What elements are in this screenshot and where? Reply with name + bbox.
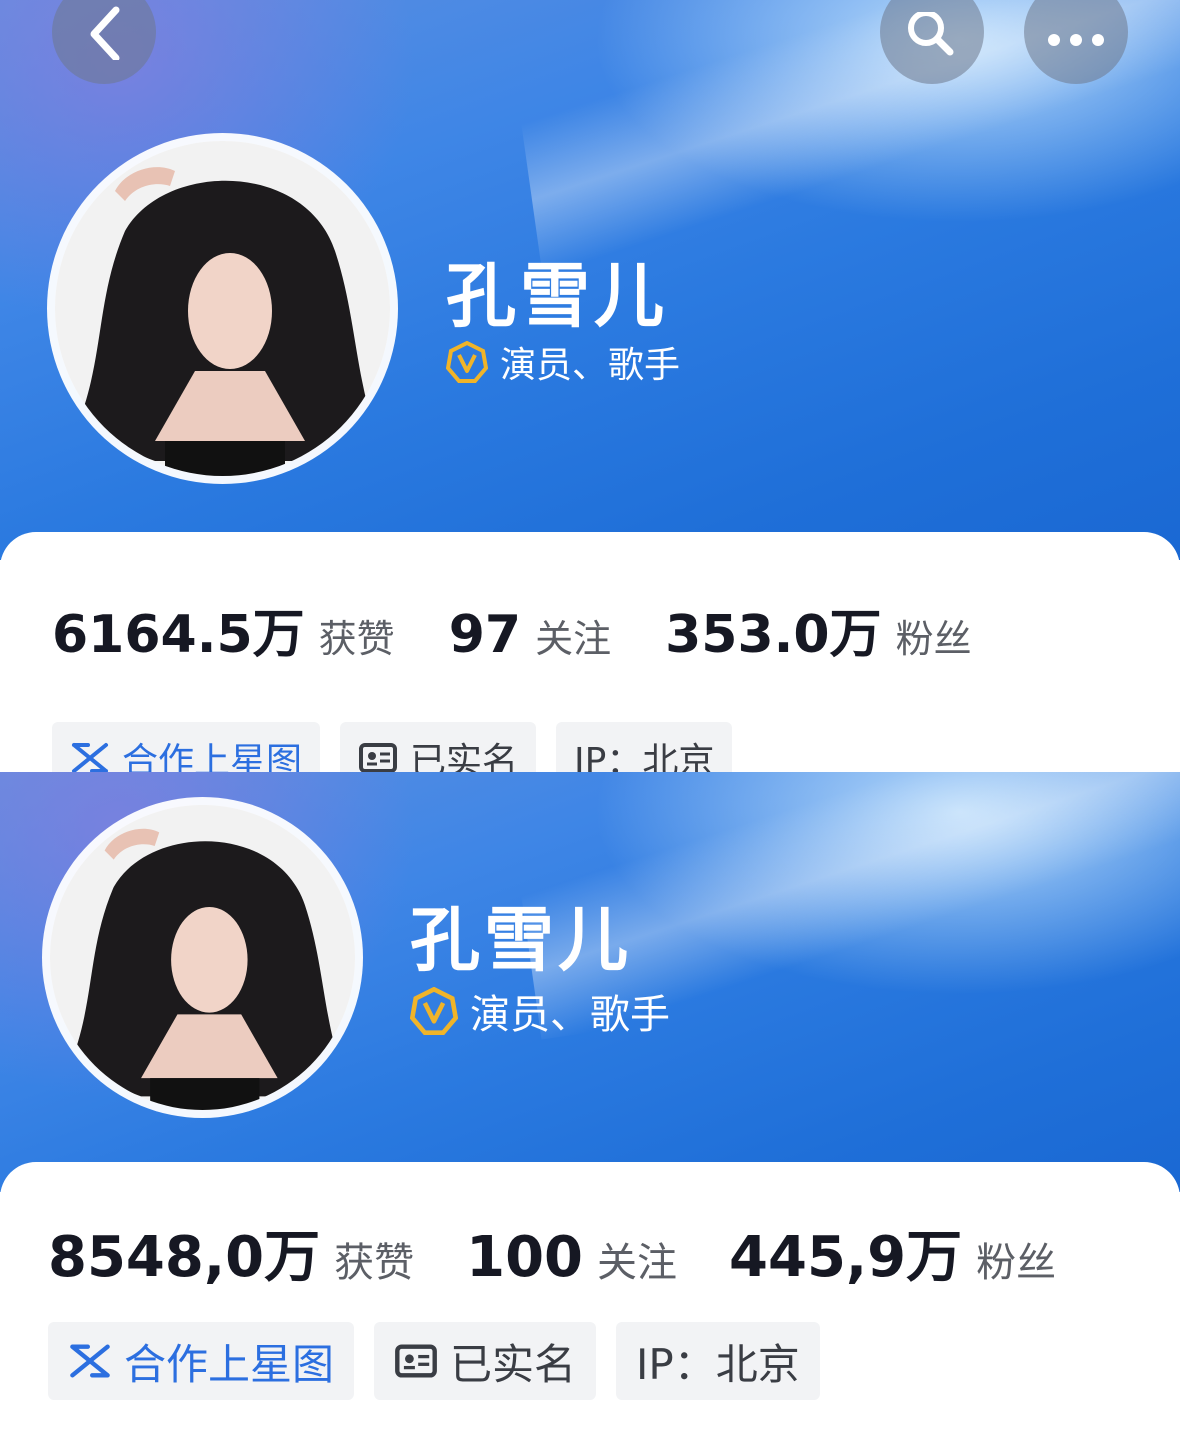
stat-likes[interactable]: 6164.5万 获赞: [52, 592, 395, 667]
id-card-icon: [358, 742, 398, 772]
fans-label: 粉丝: [976, 1240, 1057, 1286]
tag-verified[interactable]: 已实名: [374, 1322, 597, 1400]
profile-info-card: 6164.5万 获赞 97 关注 353.0万 粉丝 合作上星图 已实名 IP：…: [0, 532, 1180, 772]
stat-fans[interactable]: 445,9万 粉丝: [729, 1212, 1056, 1293]
profile-name: 孔雪儿: [410, 899, 632, 981]
stat-fans[interactable]: 353.0万 粉丝: [665, 592, 972, 667]
following-count: 97: [448, 605, 522, 665]
likes-label: 获赞: [318, 617, 395, 661]
star-map-icon: [70, 741, 110, 772]
profile-screenshot-1: 孔雪儿 演员、歌手 6164.5万 获赞 97 关注 353.0万 粉丝 合作上…: [0, 0, 1180, 772]
tags-row: 合作上星图 已实名 IP：北京: [48, 1322, 840, 1400]
stats-row: 6164.5万 获赞 97 关注 353.0万 粉丝: [52, 592, 972, 667]
following-count: 100: [466, 1225, 584, 1290]
tags-row: 合作上星图 已实名 IP：北京: [52, 722, 752, 772]
profile-name: 孔雪儿: [446, 255, 668, 337]
tag-verified-label: 已实名: [450, 1339, 577, 1389]
profile-screenshot-2: 孔雪儿 演员、歌手 8548,0万 获赞 100 关注 445,9万 粉丝 合作…: [0, 772, 1180, 1430]
certification: 演员、歌手: [410, 982, 670, 1040]
certification-text: 演员、歌手: [470, 992, 670, 1038]
tag-ip: IP：北京: [616, 1322, 820, 1400]
id-card-icon: [394, 1343, 438, 1379]
tag-verified[interactable]: 已实名: [340, 722, 537, 772]
avatar-portrait: [50, 805, 355, 1110]
fans-label: 粉丝: [895, 617, 972, 661]
tag-star-map-label: 合作上星图: [122, 741, 303, 772]
following-label: 关注: [535, 617, 612, 661]
likes-label: 获赞: [334, 1240, 415, 1286]
tag-star-map[interactable]: 合作上星图: [52, 722, 321, 772]
profile-info-card: 8548,0万 获赞 100 关注 445,9万 粉丝 合作上星图 已实名 IP…: [0, 1162, 1180, 1430]
star-map-icon: [68, 1342, 112, 1380]
more-icon: [1046, 8, 1106, 56]
certification: 演员、歌手: [446, 336, 680, 388]
fans-count: 353.0万: [665, 605, 882, 665]
stats-row: 8548,0万 获赞 100 关注 445,9万 粉丝: [48, 1212, 1056, 1293]
stat-likes[interactable]: 8548,0万 获赞: [48, 1212, 414, 1293]
fans-count: 445,9万: [729, 1225, 963, 1290]
stat-following[interactable]: 97 关注: [449, 605, 611, 665]
certification-text: 演员、歌手: [500, 345, 681, 386]
tag-verified-label: 已实名: [410, 741, 519, 772]
tag-star-map[interactable]: 合作上星图: [48, 1322, 355, 1400]
stat-following[interactable]: 100 关注: [466, 1225, 677, 1290]
following-label: 关注: [597, 1240, 678, 1286]
likes-count: 8548,0万: [48, 1225, 321, 1290]
chevron-left-icon: [82, 0, 126, 64]
v-badge-icon: [410, 987, 458, 1035]
avatar[interactable]: [50, 805, 355, 1110]
tag-ip: IP：北京: [556, 722, 733, 772]
avatar-portrait: [55, 141, 390, 476]
likes-count: 6164.5万: [52, 605, 305, 665]
tag-ip-label: IP：北京: [636, 1339, 800, 1389]
v-badge-icon: [446, 341, 488, 383]
tag-star-map-label: 合作上星图: [124, 1339, 335, 1389]
tag-ip-label: IP：北京: [574, 741, 715, 772]
search-icon: [902, 0, 962, 76]
avatar[interactable]: [55, 141, 390, 476]
